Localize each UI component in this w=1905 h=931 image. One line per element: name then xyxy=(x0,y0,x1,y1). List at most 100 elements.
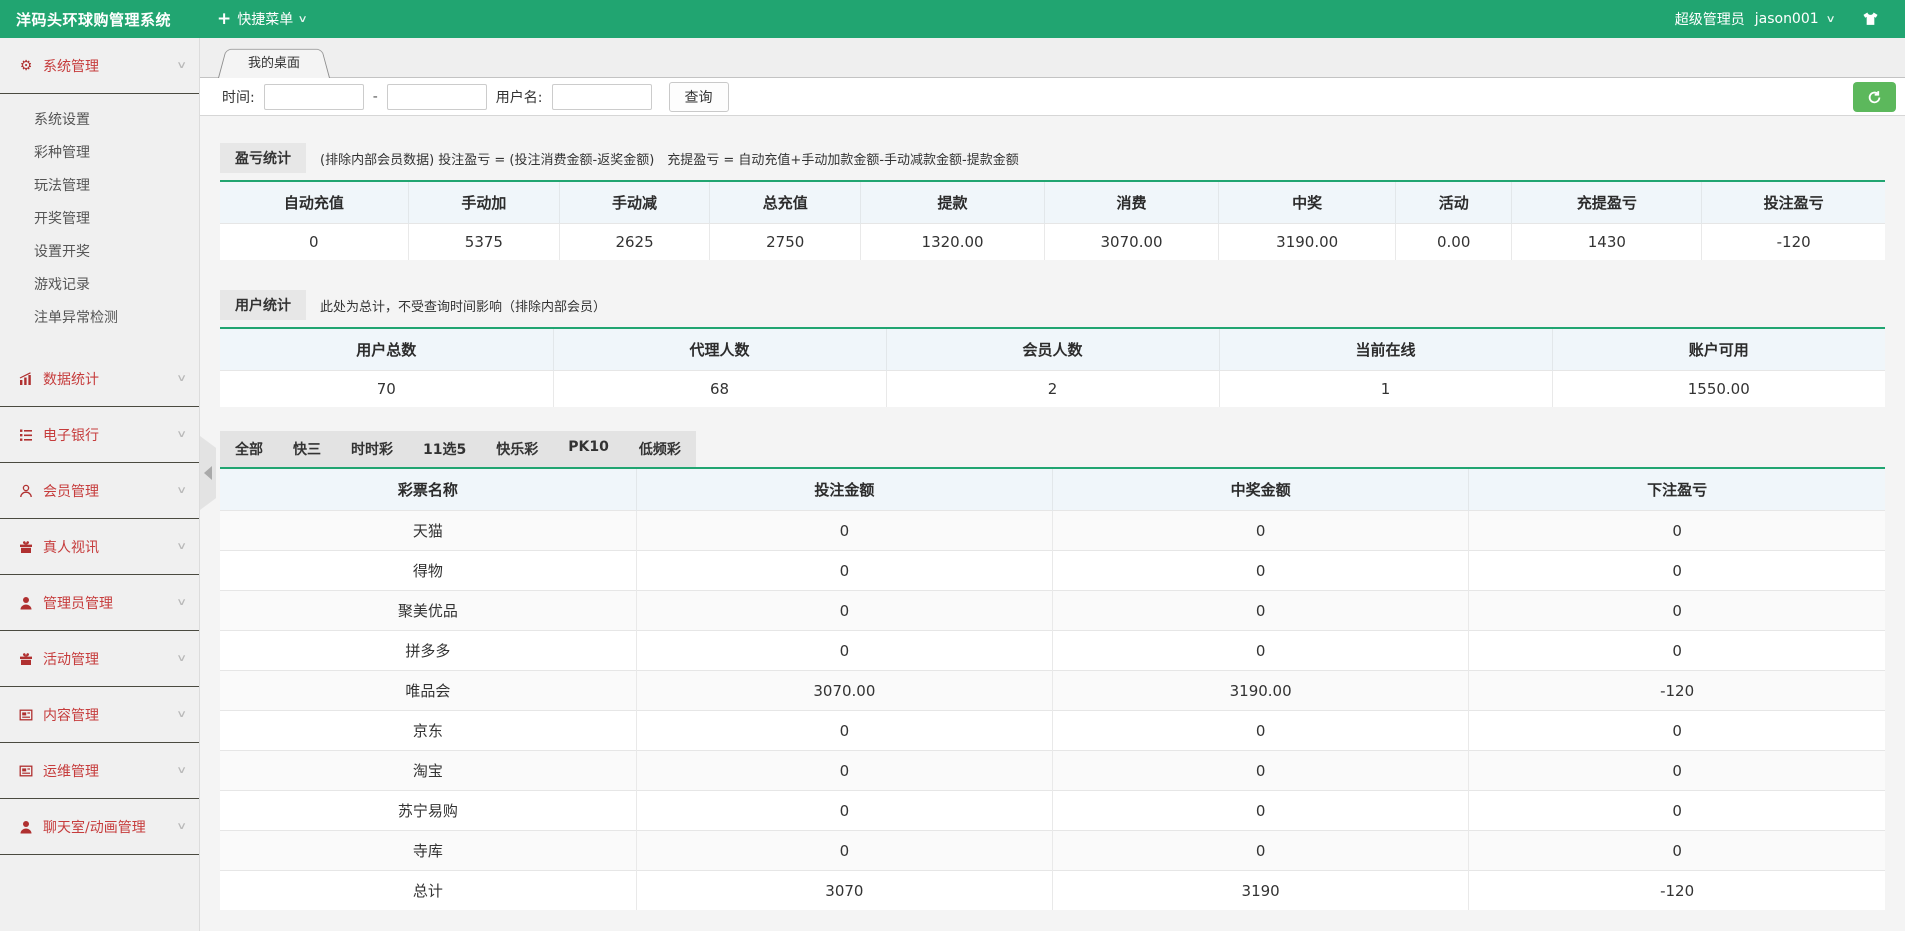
cell-bet-amount: 0 xyxy=(636,711,1052,751)
cell-manual-add: 5375 xyxy=(408,224,560,261)
sidebar-item-bet-anomaly-check[interactable]: 注单异常检测 xyxy=(0,302,199,335)
cell-total-recharge: 2750 xyxy=(709,224,861,261)
topbar: 洋码头环球购管理系统 + 快捷菜单 ∨ 超级管理员 jason001 ∨ xyxy=(0,0,1905,38)
cell-lottery-name: 得物 xyxy=(220,551,636,591)
sidebar-item-draw-mgmt[interactable]: 开奖管理 xyxy=(0,203,199,236)
sidebar-item-system-settings[interactable]: 系统设置 xyxy=(0,104,199,137)
cell-win-amount: 0 xyxy=(1053,751,1469,791)
column-header: 投注金额 xyxy=(636,468,1052,511)
sidebar-item-chatroom-animation-mgmt[interactable]: 聊天室/动画管理 ∨ xyxy=(0,799,199,855)
desktop-tabs-row: 我的桌面 xyxy=(200,38,1905,78)
cell-member-count: 2 xyxy=(886,371,1219,408)
cell-win-amount: 0 xyxy=(1053,591,1469,631)
column-header: 中奖金额 xyxy=(1053,468,1469,511)
user-section-head: 用户统计 此处为总计，不受查询时间影响（排除内部会员） xyxy=(220,290,1885,320)
cell-lottery-name: 拼多多 xyxy=(220,631,636,671)
user-menu[interactable]: jason001 ∨ xyxy=(1755,11,1834,27)
time-start-input[interactable] xyxy=(264,84,364,110)
cell-bet-pl: -120 xyxy=(1702,224,1885,261)
sidebar-item-label: 内容管理 xyxy=(43,705,99,725)
tab-kuaisan[interactable]: 快三 xyxy=(278,431,336,467)
cell-bet-pl: -120 xyxy=(1469,871,1885,911)
sidebar-item-label: 运维管理 xyxy=(43,761,99,781)
chevron-down-icon: ∨ xyxy=(176,485,187,496)
cell-consumption: 3070.00 xyxy=(1044,224,1219,261)
sidebar-item-content-mgmt[interactable]: 内容管理 ∨ xyxy=(0,687,199,743)
sidebar-item-e-banking[interactable]: 电子银行 ∨ xyxy=(0,407,199,463)
cell-bet-pl: 0 xyxy=(1469,551,1885,591)
cell-bet-amount: 3070.00 xyxy=(636,671,1052,711)
search-toolbar: 时间: - 用户名: 查询 xyxy=(200,78,1905,116)
column-header: 手动减 xyxy=(560,181,710,224)
sidebar-item-play-mgmt[interactable]: 玩法管理 xyxy=(0,170,199,203)
table-row: 聚美优品 0 0 0 xyxy=(220,591,1885,631)
news-icon xyxy=(18,708,34,722)
chevron-left-icon xyxy=(204,466,212,480)
cell-auto-recharge: 0 xyxy=(220,224,408,261)
tab-kuailecai[interactable]: 快乐彩 xyxy=(481,431,553,467)
sidebar-item-set-draw[interactable]: 设置开奖 xyxy=(0,236,199,269)
table-row: 拼多多 0 0 0 xyxy=(220,631,1885,671)
column-header: 会员人数 xyxy=(886,328,1219,371)
cell-bet-pl: 0 xyxy=(1469,591,1885,631)
cell-win-amount: 0 xyxy=(1053,831,1469,871)
theme-shirt-icon[interactable] xyxy=(1862,11,1879,28)
list-icon xyxy=(18,428,34,442)
cell-win-amount: 0 xyxy=(1053,711,1469,751)
user-section-note: 此处为总计，不受查询时间影响（排除内部会员） xyxy=(320,296,606,315)
sidebar-collapse-handle[interactable] xyxy=(200,436,216,510)
sidebar-item-ops-mgmt[interactable]: 运维管理 ∨ xyxy=(0,743,199,799)
query-button[interactable]: 查询 xyxy=(669,82,729,112)
table-row: 唯品会 3070.00 3190.00 -120 xyxy=(220,671,1885,711)
cell-bet-amount: 0 xyxy=(636,551,1052,591)
plus-icon: + xyxy=(217,11,231,28)
lottery-stats-table: 彩票名称 投注金额 中奖金额 下注盈亏 天猫 0 0 0 得物 0 0 0 聚美… xyxy=(220,467,1885,910)
sidebar-item-lottery-type-mgmt[interactable]: 彩种管理 xyxy=(0,137,199,170)
cell-agent-count: 68 xyxy=(553,371,886,408)
tab-11x5[interactable]: 11选5 xyxy=(408,431,481,467)
gear-icon: ⚙ xyxy=(18,59,34,73)
sidebar-item-system-mgmt[interactable]: ⚙ 系统管理 ∨ xyxy=(0,38,199,94)
tab-my-desktop[interactable]: 我的桌面 xyxy=(218,44,330,78)
cell-bet-pl: -120 xyxy=(1469,671,1885,711)
profit-section-head: 盈亏统计 (排除内部会员数据) 投注盈亏 = (投注消费金额-返奖金额) 充提盈… xyxy=(220,143,1885,173)
cell-lottery-name: 唯品会 xyxy=(220,671,636,711)
time-end-input[interactable] xyxy=(387,84,487,110)
cell-lottery-name: 天猫 xyxy=(220,511,636,551)
profit-section-note: (排除内部会员数据) 投注盈亏 = (投注消费金额-返奖金额) 充提盈亏 = 自… xyxy=(320,149,1019,168)
sidebar-item-label: 电子银行 xyxy=(43,425,99,445)
cell-total-users: 70 xyxy=(220,371,553,408)
tab-pk10[interactable]: PK10 xyxy=(553,431,624,467)
sidebar-item-data-stats[interactable]: 数据统计 ∨ xyxy=(0,351,199,407)
cell-bet-amount: 0 xyxy=(636,751,1052,791)
chevron-down-icon: ∨ xyxy=(176,821,187,832)
refresh-button[interactable] xyxy=(1853,82,1896,112)
tab-shishicai[interactable]: 时时彩 xyxy=(336,431,408,467)
sidebar-item-live-video[interactable]: 真人视讯 ∨ xyxy=(0,519,199,575)
sidebar-item-admin-mgmt[interactable]: 管理员管理 ∨ xyxy=(0,575,199,631)
column-header: 总充值 xyxy=(709,181,861,224)
cell-win-amount: 0 xyxy=(1053,511,1469,551)
table-row: 淘宝 0 0 0 xyxy=(220,751,1885,791)
chevron-down-icon: ∨ xyxy=(1825,14,1835,25)
lottery-category-tabs: 全部 快三 时时彩 11选5 快乐彩 PK10 低频彩 xyxy=(220,431,696,467)
tab-all[interactable]: 全部 xyxy=(220,431,278,467)
cell-bet-pl: 0 xyxy=(1469,511,1885,551)
sidebar-item-label: 活动管理 xyxy=(43,649,99,669)
cell-lottery-name: 京东 xyxy=(220,711,636,751)
column-header: 用户总数 xyxy=(220,328,553,371)
table-row: 0 5375 2625 2750 1320.00 3070.00 3190.00… xyxy=(220,224,1885,261)
username-input[interactable] xyxy=(552,84,652,110)
content-scroll-area[interactable]: 盈亏统计 (排除内部会员数据) 投注盈亏 = (投注消费金额-返奖金额) 充提盈… xyxy=(200,117,1905,931)
tab-dipincai[interactable]: 低频彩 xyxy=(624,431,696,467)
sidebar-item-label: 管理员管理 xyxy=(43,593,113,613)
sidebar-item-member-mgmt[interactable]: 会员管理 ∨ xyxy=(0,463,199,519)
cell-win-amount: 0 xyxy=(1053,551,1469,591)
quick-menu-button[interactable]: + 快捷菜单 ∨ xyxy=(217,9,307,29)
user-section-title: 用户统计 xyxy=(220,290,306,320)
sidebar-item-activity-mgmt[interactable]: 活动管理 ∨ xyxy=(0,631,199,687)
sidebar-item-game-records[interactable]: 游戏记录 xyxy=(0,269,199,302)
cell-lottery-name: 苏宁易购 xyxy=(220,791,636,831)
sidebar-group-system: ⚙ 系统管理 ∨ 系统设置 彩种管理 玩法管理 开奖管理 设置开奖 游戏记录 注… xyxy=(0,38,199,351)
table-row: 京东 0 0 0 xyxy=(220,711,1885,751)
